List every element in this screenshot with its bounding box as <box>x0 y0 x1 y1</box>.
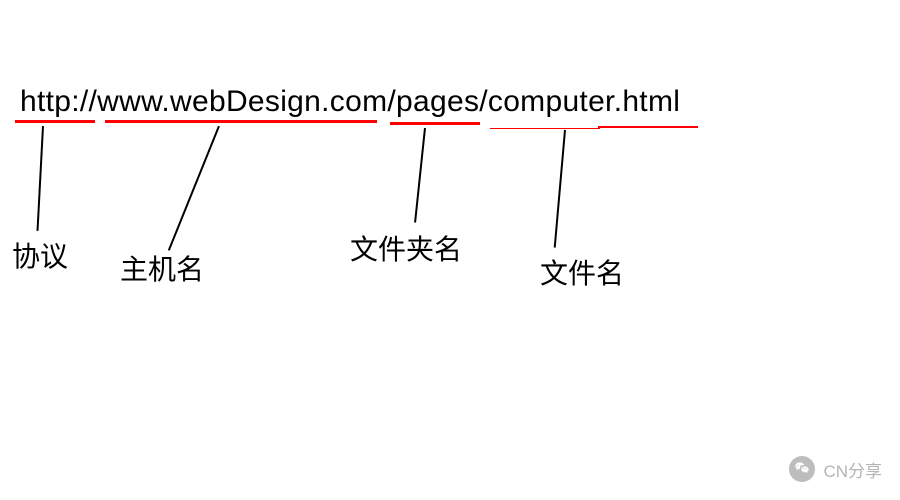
url-sep1: // <box>80 85 97 118</box>
label-host: 主机名 <box>120 248 204 288</box>
lead-line-file <box>554 130 566 248</box>
lead-line-host <box>168 126 220 251</box>
underline-host <box>105 120 377 123</box>
lead-line-folder <box>414 128 425 223</box>
watermark: CN分享 <box>789 456 882 482</box>
chat-bubble-icon <box>789 456 815 482</box>
url-protocol: http: <box>20 85 80 118</box>
underline-file-a <box>490 128 600 129</box>
underline-folder <box>390 122 480 125</box>
url-sep2: / <box>387 85 396 118</box>
label-file: 文件名 <box>540 252 624 292</box>
label-protocol: 协议 <box>12 235 68 275</box>
label-folder: 文件夹名 <box>350 228 462 268</box>
underline-file-b <box>598 126 698 128</box>
url-host: www.webDesign.com <box>97 85 387 118</box>
watermark-text: CN分享 <box>823 457 882 482</box>
lead-line-protocol <box>37 126 44 231</box>
underline-protocol <box>15 120 95 123</box>
url-string: http://www.webDesign.com/pages/computer.… <box>20 85 680 119</box>
url-file: computer.html <box>488 85 680 118</box>
url-sep3: / <box>479 85 488 118</box>
url-folder: pages <box>396 85 479 118</box>
